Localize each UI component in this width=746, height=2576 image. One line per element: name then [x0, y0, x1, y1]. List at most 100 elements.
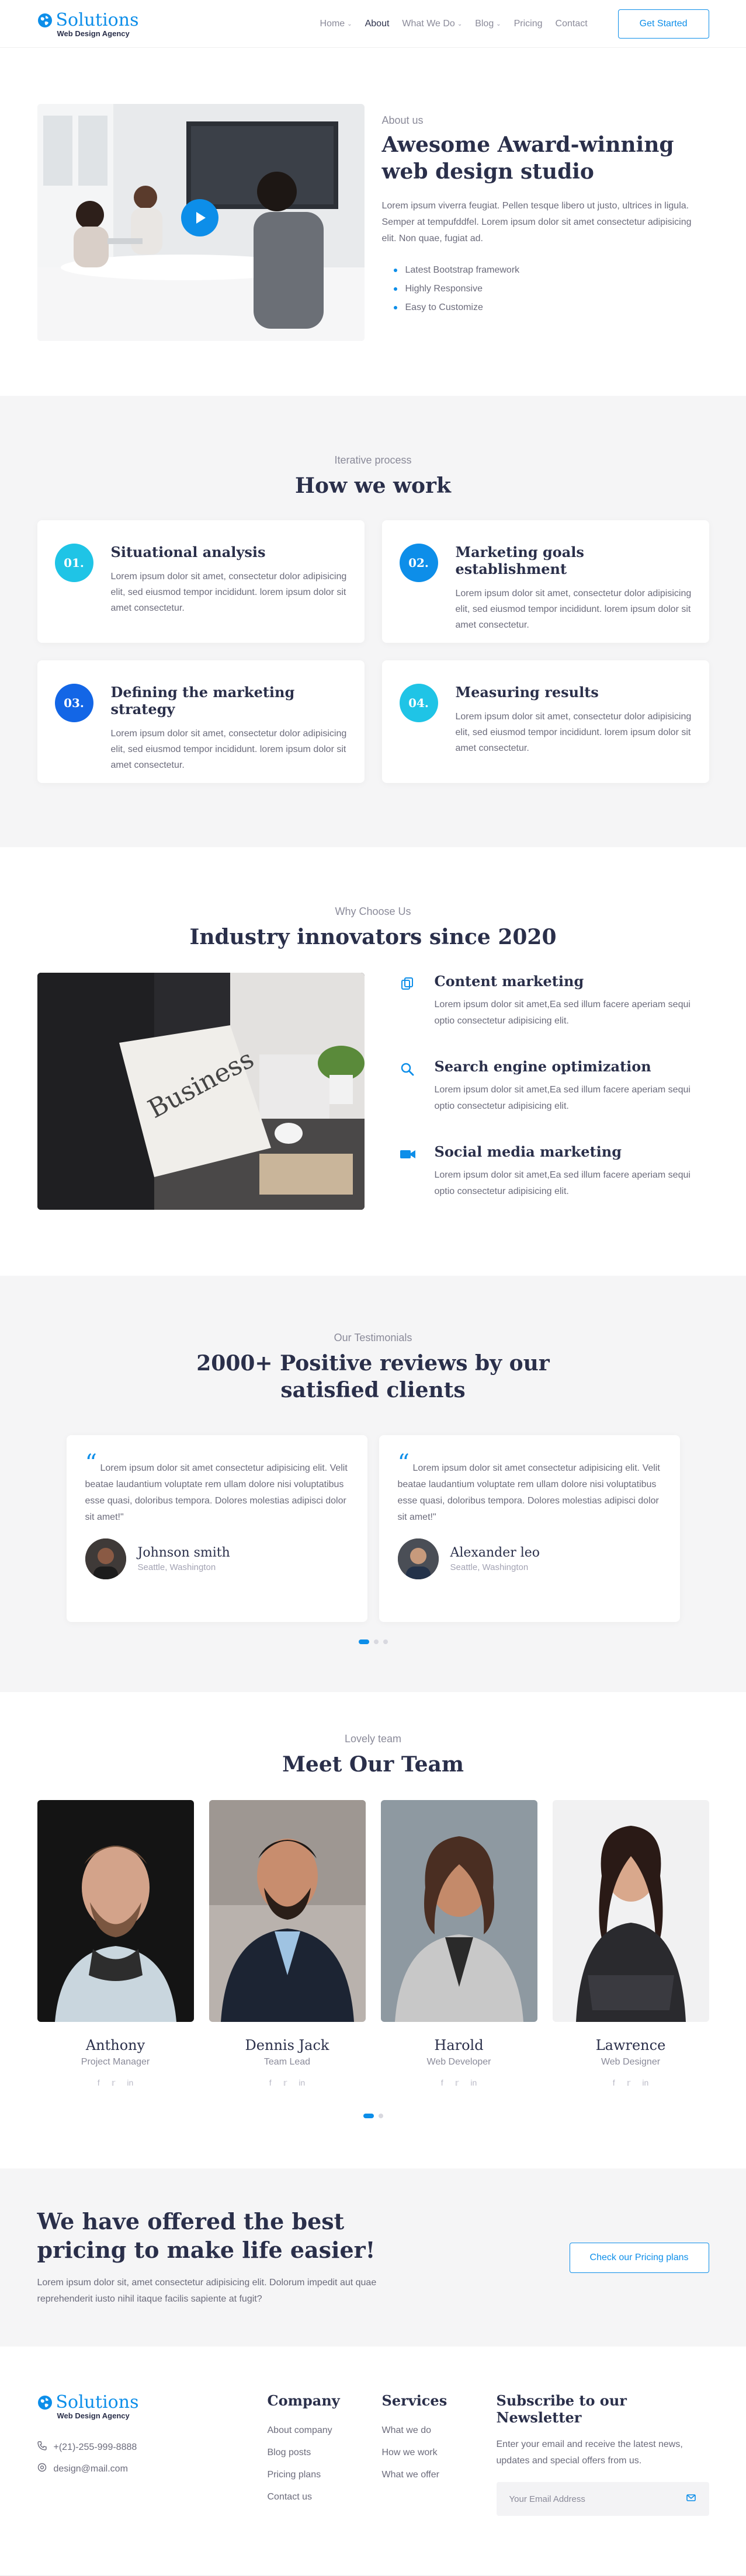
process-card-text: Lorem ipsum dolor sit amet, consectetur …	[455, 712, 692, 754]
process-card-title: Defining the marketing strategy	[110, 684, 295, 718]
video-camera-icon	[400, 1143, 423, 1228]
carousel-dot[interactable]	[383, 1639, 388, 1645]
site-header: Solutions Web Design Agency Home ⌄ About …	[0, 0, 746, 48]
process-card-title: Situational analysis	[110, 544, 266, 561]
business-newspaper-photo: Business	[37, 973, 365, 1210]
footer-link[interactable]: Blog posts	[268, 2442, 382, 2464]
main-nav: Home ⌄ About What We Do ⌄ Blog ⌄ Pricing Co…	[320, 9, 709, 39]
nav-about-label: About	[365, 19, 390, 29]
logo[interactable]: Solutions Web Design Agency	[37, 10, 138, 38]
testimonials-eyebrow: Our Testimonials	[334, 1332, 412, 1343]
carousel-dots	[37, 2114, 709, 2119]
step-number: 01.	[54, 544, 93, 583]
testimonial-text: Lorem ipsum dolor sit amet consectetur a…	[397, 1463, 660, 1523]
team-member-card: Anthony Project Manager f 𝕣 in	[37, 1800, 194, 2088]
phone-icon	[37, 2441, 47, 2453]
globe-icon	[37, 13, 52, 27]
pricing-plans-button[interactable]: Check our Pricing plans	[569, 2242, 709, 2273]
carousel-dot[interactable]	[378, 2114, 383, 2119]
footer-link[interactable]: Contact us	[268, 2486, 382, 2508]
about-video-thumbnail[interactable]	[37, 104, 365, 341]
footer-link[interactable]: What we offer	[382, 2464, 497, 2486]
list-item-label: Latest Bootstrap framework	[405, 265, 520, 276]
quote-icon: “	[85, 1450, 97, 1477]
team-section: Lovely team Meet Our Team Anthony Projec…	[0, 1692, 746, 2168]
feature-list: Latest Bootstrap framework Highly Respon…	[382, 261, 709, 317]
about-title: Awesome Award-winning web design studio	[381, 133, 674, 185]
process-card-text: Lorem ipsum dolor sit amet, consectetur …	[110, 729, 347, 771]
get-started-button[interactable]: Get Started	[617, 9, 709, 39]
twitter-icon[interactable]: 𝕣	[455, 2078, 459, 2088]
list-item-label: Highly Responsive	[405, 284, 483, 294]
linkedin-icon[interactable]: in	[127, 2078, 133, 2088]
testimonials-section: Our Testimonials 2000+ Positive reviews …	[0, 1276, 746, 1692]
footer-services-column: Services What we do How we work What we …	[382, 2392, 497, 2516]
nav-home-label: Home	[320, 19, 345, 29]
team-carousel[interactable]: Anthony Project Manager f 𝕣 in Dennis Ja…	[37, 1800, 709, 2088]
testimonials-carousel[interactable]: “Lorem ipsum dolor sit amet consectetur …	[37, 1435, 709, 1623]
nav-blog[interactable]: Blog ⌄	[475, 19, 501, 29]
process-eyebrow: Iterative process	[334, 454, 412, 466]
facebook-icon[interactable]: f	[441, 2078, 443, 2088]
nav-home[interactable]: Home ⌄	[320, 19, 352, 29]
newsletter-title: Subscribe to our Newsletter	[496, 2392, 627, 2426]
cta-text: Lorem ipsum dolor sit, amet consectetur …	[37, 2278, 377, 2305]
cta-title: We have offered the best pricing to make…	[37, 2208, 376, 2263]
footer-email[interactable]: design@mail.com	[37, 2463, 268, 2475]
footer-link[interactable]: How we work	[382, 2442, 497, 2464]
process-title: How we work	[295, 474, 451, 498]
about-description: Lorem ipsum viverra feugiat. Pellen tesq…	[381, 201, 692, 244]
member-socials: f 𝕣 in	[37, 2078, 194, 2088]
feature-item: Content marketing Lorem ipsum dolor sit …	[400, 973, 703, 1058]
member-photo	[380, 1800, 537, 2022]
linkedin-icon[interactable]: in	[299, 2078, 305, 2088]
footer-link[interactable]: Pricing plans	[268, 2464, 382, 2486]
nav-contact[interactable]: Contact	[556, 19, 588, 29]
facebook-icon[interactable]: f	[613, 2078, 615, 2088]
carousel-dot[interactable]	[358, 1639, 369, 1645]
member-socials: f 𝕣 in	[381, 2078, 537, 2088]
twitter-icon[interactable]: 𝕣	[112, 2078, 116, 2088]
facebook-icon[interactable]: f	[98, 2078, 100, 2088]
why-features: Content marketing Lorem ipsum dolor sit …	[400, 973, 703, 1228]
nav-what-we-do[interactable]: What We Do ⌄	[402, 19, 462, 29]
testimonial-card: “Lorem ipsum dolor sit amet consectetur …	[379, 1435, 680, 1623]
facebook-icon[interactable]: f	[269, 2078, 272, 2088]
linkedin-icon[interactable]: in	[470, 2078, 477, 2088]
step-number: 04.	[399, 684, 438, 723]
twitter-icon[interactable]: 𝕣	[283, 2078, 287, 2088]
testimonial-name: Johnson smith	[137, 1545, 230, 1561]
footer-logo[interactable]: Solutions Web Design Agency	[37, 2392, 268, 2420]
linkedin-icon[interactable]: in	[642, 2078, 648, 2088]
list-item: Easy to Customize	[382, 298, 709, 317]
step-number: 02.	[399, 544, 438, 583]
quote-icon: “	[397, 1450, 410, 1477]
carousel-dot[interactable]	[363, 2114, 374, 2119]
send-icon[interactable]	[686, 2493, 696, 2506]
search-icon	[400, 1058, 423, 1143]
why-eyebrow: Why Choose Us	[335, 906, 411, 917]
footer-link[interactable]: About company	[268, 2420, 382, 2442]
footer-email-label: design@mail.com	[53, 2463, 128, 2474]
twitter-icon[interactable]: 𝕣	[627, 2078, 631, 2088]
testimonials-title: 2000+ Positive reviews by our satisfied …	[196, 1351, 550, 1403]
footer-phone[interactable]: +(21)-255-999-8888	[37, 2441, 268, 2453]
member-name: Dennis Jack	[245, 2037, 329, 2054]
list-item: Highly Responsive	[382, 280, 709, 298]
nav-pricing[interactable]: Pricing	[514, 19, 543, 29]
bullet-icon	[393, 306, 397, 310]
play-button[interactable]	[181, 199, 218, 236]
carousel-dot[interactable]	[373, 1639, 379, 1645]
list-item-label: Easy to Customize	[405, 302, 483, 313]
member-role: Web Developer	[426, 2057, 491, 2067]
feature-text: Lorem ipsum dolor sit amet,Ea sed illum …	[434, 1085, 691, 1112]
feature-title: Social media marketing	[434, 1143, 622, 1161]
footer-link[interactable]: What we do	[382, 2420, 497, 2442]
at-icon	[37, 2463, 47, 2475]
nav-contact-label: Contact	[555, 19, 588, 29]
member-name: Lawrence	[595, 2037, 666, 2054]
why-title: Industry innovators since 2020	[189, 925, 557, 949]
newsletter-email-input[interactable]	[509, 2494, 661, 2504]
member-photo	[209, 1800, 366, 2022]
nav-about[interactable]: About	[365, 19, 390, 29]
